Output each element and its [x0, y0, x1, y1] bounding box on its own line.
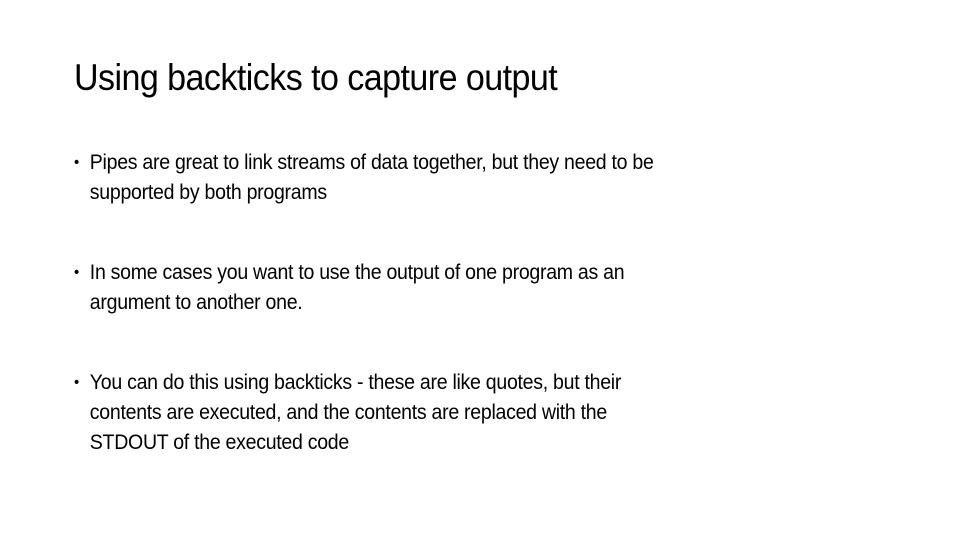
bullet-line: contents are executed, and the contents … — [89, 401, 607, 424]
bullet-item: • Pipes are great to link streams of dat… — [74, 148, 899, 208]
bullet-icon: • — [74, 264, 79, 281]
bullet-line: In some cases you want to use the output… — [89, 261, 625, 284]
bullet-item: • In some cases you want to use the outp… — [74, 258, 899, 318]
bullet-icon: • — [74, 374, 79, 391]
slide-title: Using backticks to capture output — [74, 57, 558, 98]
bullet-line: STDOUT of the executed code — [89, 431, 349, 454]
bullet-line: supported by both programs — [89, 181, 327, 204]
bullet-icon: • — [74, 154, 79, 171]
slide: Using backticks to capture output • Pipe… — [0, 0, 960, 540]
bullet-line: You can do this using backticks - these … — [89, 371, 622, 394]
bullet-line: argument to another one. — [89, 291, 303, 314]
bullet-item: • You can do this using backticks - thes… — [74, 368, 899, 458]
bullet-line: Pipes are great to link streams of data … — [89, 151, 654, 174]
